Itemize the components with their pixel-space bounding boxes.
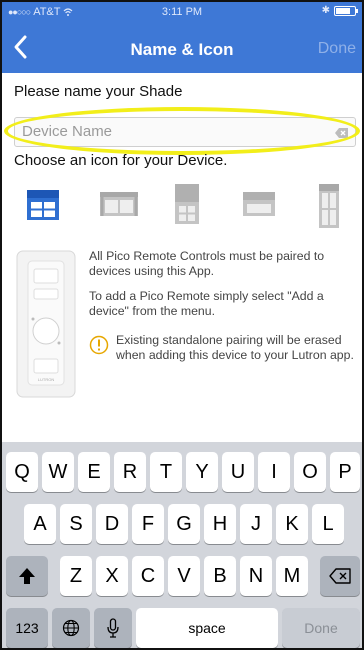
page-title: Name & Icon (130, 40, 234, 59)
clear-text-icon[interactable] (335, 126, 349, 140)
pico-remote-image: LUTRON (16, 250, 76, 398)
key-w[interactable]: W (42, 452, 74, 492)
warning-text: Existing standalone pairing will be eras… (116, 333, 354, 362)
status-time: 3:11 PM (161, 6, 203, 18)
key-m[interactable]: M (276, 556, 308, 596)
roman-shade-icon[interactable] (242, 191, 276, 217)
key-s[interactable]: S (60, 504, 92, 544)
key-i[interactable]: I (258, 452, 290, 492)
warning-icon (89, 335, 109, 355)
vertical-window-icon[interactable] (318, 183, 340, 229)
key-j[interactable]: J (240, 504, 272, 544)
roller-shade-icon[interactable] (26, 189, 60, 221)
pico-brand-mark: LUTRON (38, 377, 55, 382)
key-h[interactable]: H (204, 504, 236, 544)
honeycomb-shade-icon[interactable] (174, 183, 200, 225)
icon-prompt: Choose an icon for your Device. (14, 152, 228, 169)
bluetooth-icon: ✱ (321, 5, 330, 16)
header: ●●○○○ AT&T 3:11 PM ✱ Name & Icon Done (2, 2, 362, 73)
key-k[interactable]: K (276, 504, 308, 544)
key-y[interactable]: Y (186, 452, 218, 492)
key-e[interactable]: E (78, 452, 110, 492)
name-icon-form: Please name your Shade Choose an icon fo… (2, 73, 362, 442)
keyboard: Q W E R T Y U I O P A S D F G H J K L Z … (2, 442, 362, 648)
key-q[interactable]: Q (6, 452, 38, 492)
keyboard-done-key[interactable]: Done (282, 608, 360, 648)
status-bar: ●●○○○ AT&T 3:11 PM ✱ (2, 2, 362, 24)
info-text-add-pico: To add a Pico Remote simply select "Add … (89, 289, 324, 318)
nav-bar: Name & Icon Done (2, 24, 362, 73)
globe-icon (62, 619, 80, 637)
key-c[interactable]: C (132, 556, 164, 596)
key-l[interactable]: L (312, 504, 344, 544)
key-v[interactable]: V (168, 556, 200, 596)
key-p[interactable]: P (330, 452, 360, 492)
globe-key[interactable] (52, 608, 90, 648)
battery-icon (334, 5, 358, 16)
key-f[interactable]: F (132, 504, 164, 544)
key-u[interactable]: U (222, 452, 254, 492)
info-text-pairing: All Pico Remote Controls must be paired … (89, 249, 325, 278)
key-o[interactable]: O (294, 452, 326, 492)
icon-picker (2, 183, 362, 235)
backspace-icon (329, 568, 351, 584)
key-a[interactable]: A (24, 504, 56, 544)
device-name-input[interactable] (22, 123, 322, 140)
delete-key[interactable] (320, 556, 360, 596)
info-panel: LUTRON All Pico Remote Controls must be … (16, 249, 356, 429)
key-x[interactable]: X (96, 556, 128, 596)
dictation-key[interactable] (94, 608, 132, 648)
key-d[interactable]: D (96, 504, 128, 544)
done-button[interactable]: Done (318, 40, 356, 58)
space-key[interactable]: space (136, 608, 278, 648)
shift-arrow-icon (19, 568, 35, 584)
microphone-icon (107, 618, 119, 638)
key-z[interactable]: Z (60, 556, 92, 596)
key-t[interactable]: T (150, 452, 182, 492)
key-g[interactable]: G (168, 504, 200, 544)
name-prompt: Please name your Shade (14, 83, 183, 100)
drapery-icon[interactable] (99, 191, 139, 217)
phone-screen: ●●○○○ AT&T 3:11 PM ✱ Name & Icon Done Pl… (0, 0, 364, 650)
key-b[interactable]: B (204, 556, 236, 596)
numbers-key[interactable]: 123 (6, 608, 48, 648)
shift-key[interactable] (6, 556, 48, 596)
device-name-field[interactable] (14, 117, 356, 147)
key-n[interactable]: N (240, 556, 272, 596)
key-r[interactable]: R (114, 452, 146, 492)
